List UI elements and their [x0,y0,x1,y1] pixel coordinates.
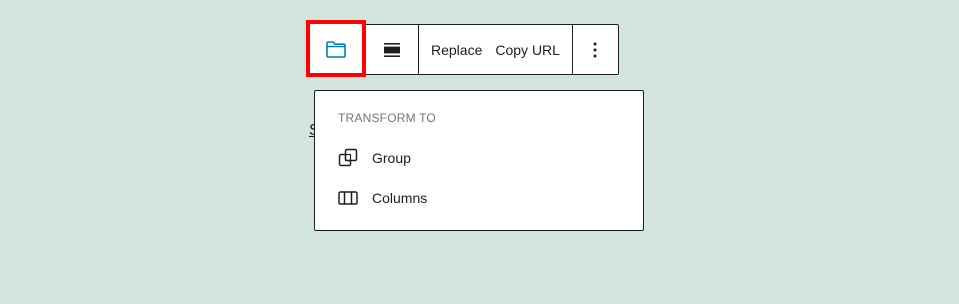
block-type-button[interactable] [306,20,366,77]
folder-icon [326,40,346,58]
replace-button[interactable]: Replace [431,42,482,58]
transform-heading: TRANSFORM TO [338,111,436,125]
columns-icon [338,191,358,205]
align-wide-icon [384,42,400,57]
transform-to-columns-item[interactable]: Columns [337,186,427,210]
align-button[interactable] [366,25,419,74]
transform-group-label: Group [372,150,411,166]
more-options-button[interactable] [573,25,618,74]
transform-popover: TRANSFORM TO Group Columns [314,90,644,231]
group-icon [338,148,358,167]
toolbar-text-actions: Replace Copy URL [419,25,573,74]
block-toolbar: Replace Copy URL [306,20,619,77]
editor-canvas: S Replace Copy URL [0,0,959,304]
transform-to-group-item[interactable]: Group [337,146,411,170]
copy-url-button[interactable]: Copy URL [495,42,560,58]
more-vertical-icon [593,42,597,57]
transform-columns-label: Columns [372,190,428,206]
